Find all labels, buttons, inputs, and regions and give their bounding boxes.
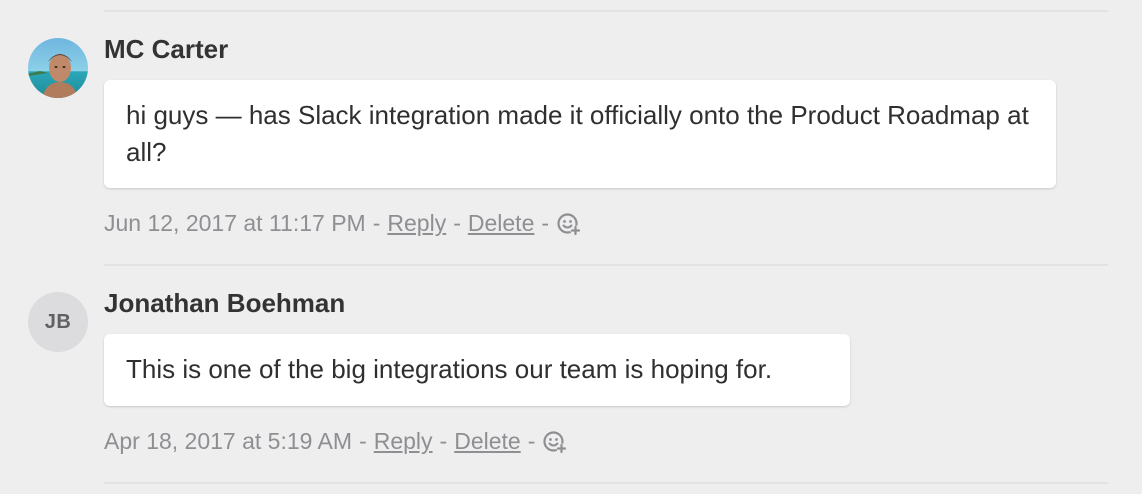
separator: - (439, 428, 448, 454)
separator: - (527, 428, 536, 454)
comment-body: hi guys — has Slack integration made it … (104, 80, 1056, 188)
separator: - (372, 210, 381, 236)
comment-author: MC Carter (104, 34, 229, 64)
comment-meta: Apr 18, 2017 at 5:19 AM - Reply - Delete… (104, 428, 568, 455)
reply-link[interactable]: Reply (387, 210, 446, 237)
user-photo (28, 38, 88, 98)
delete-link[interactable]: Delete (468, 210, 534, 237)
comment-author: Jonathan Boehman (104, 288, 346, 318)
top-divider (104, 10, 1108, 12)
delete-link[interactable]: Delete (454, 428, 520, 455)
add-reaction-icon[interactable] (542, 429, 568, 455)
comment-timestamp: Jun 12, 2017 at 11:17 PM (104, 210, 366, 236)
bottom-divider (104, 482, 1108, 484)
comment-timestamp: Apr 18, 2017 at 5:19 AM (104, 428, 353, 454)
separator: - (359, 428, 367, 454)
separator: - (453, 210, 461, 236)
separator: - (541, 210, 550, 236)
avatar[interactable] (28, 38, 88, 98)
avatar[interactable]: JB (28, 292, 88, 352)
comment-divider (104, 264, 1108, 266)
add-reaction-icon[interactable] (556, 211, 582, 237)
comment-body: This is one of the big integrations our … (104, 334, 850, 406)
reply-link[interactable]: Reply (374, 428, 433, 455)
comment-meta: Jun 12, 2017 at 11:17 PM - Reply - Delet… (104, 210, 582, 237)
